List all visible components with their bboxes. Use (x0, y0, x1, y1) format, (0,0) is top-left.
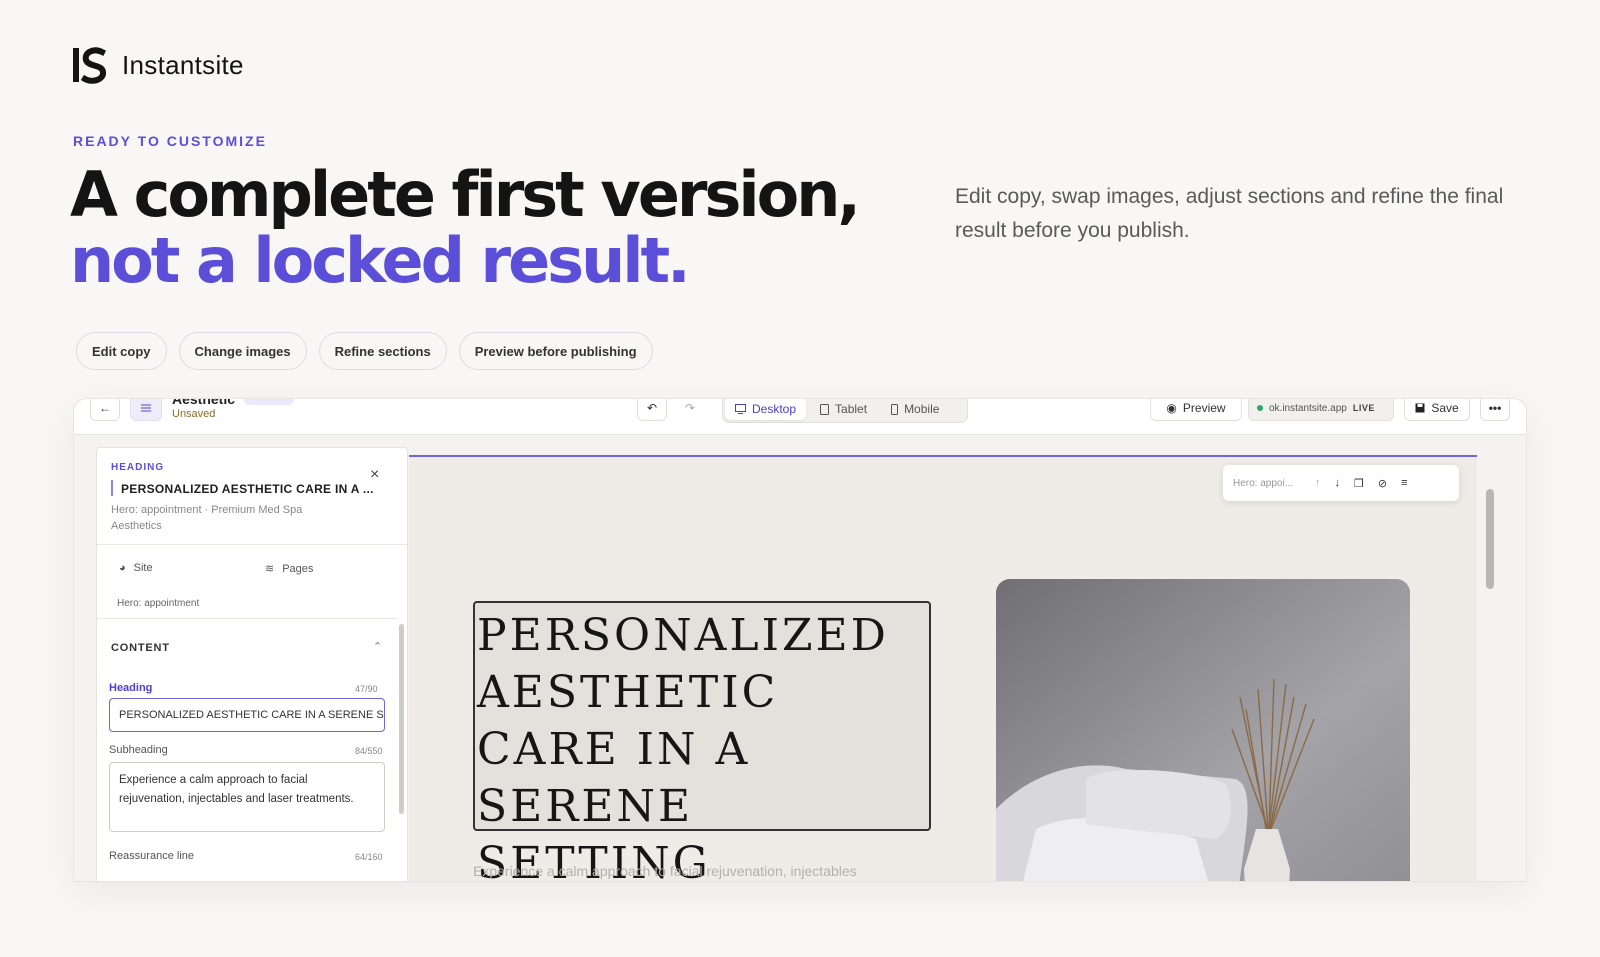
eye-icon: ◉ (1166, 401, 1177, 415)
canvas-scrollbar[interactable] (1486, 455, 1494, 881)
panel-title: PERSONALIZED AESTHETIC CARE IN A ... (121, 482, 374, 496)
hero-paragraph[interactable]: Experience a calm approach to facial rej… (473, 863, 923, 879)
subheading-textarea[interactable]: Experience a calm approach to facial rej… (109, 762, 385, 832)
site-settings-button[interactable] (130, 399, 162, 421)
edit-panel: HEADING PERSONALIZED AESTHETIC CARE IN A… (96, 447, 408, 881)
chip-change-images: Change images (178, 332, 307, 370)
sliders-icon (141, 404, 151, 412)
device-desktop-label: Desktop (752, 402, 797, 416)
eye-off-icon[interactable]: ⊘ (1378, 477, 1387, 490)
bedroom-photo (996, 579, 1410, 881)
duplicate-icon[interactable]: ❐ (1354, 477, 1364, 490)
undo-button[interactable]: ↶ (637, 399, 667, 421)
content-section-title: CONTENT (111, 642, 170, 654)
breadcrumb: Hero: appointment (117, 598, 200, 609)
hero-heading-line: AESTHETIC (477, 667, 779, 718)
panel-kicker: HEADING (111, 462, 165, 473)
hero-heading: PERSONALIZED AESTHETIC CARE IN A SERENE … (477, 607, 929, 881)
subheading-field-label: Subheading (109, 744, 168, 756)
section-eyebrow: READY TO CUSTOMIZE (73, 133, 267, 149)
chip-preview-before-publishing: Preview before publishing (458, 332, 653, 370)
device-mobile-button[interactable]: Mobile (881, 399, 949, 420)
section-toolbar-label: Hero: appoi... (1233, 477, 1294, 489)
feature-chips: Edit copy Change images Refine sections … (76, 332, 653, 370)
save-status: Unsaved (172, 408, 216, 420)
tablet-icon (820, 403, 830, 415)
headline-line-2: not a locked result. (70, 224, 691, 297)
arrow-up-icon[interactable]: ↑ (1315, 477, 1321, 489)
heading-char-count: 47/90 (355, 684, 378, 694)
editor-window: ← Aesthetic Unsaved ↶ ↷ Desktop Tablet M… (73, 398, 1527, 882)
device-desktop-button[interactable]: Desktop (725, 399, 807, 420)
site-badge (244, 399, 294, 405)
chip-refine-sections: Refine sections (318, 332, 447, 370)
canvas-scrollbar-thumb[interactable] (1486, 489, 1494, 589)
heading-field-label: Heading (109, 682, 153, 694)
domain-text: ok.instantsite.app (1269, 402, 1347, 414)
preview-label: Preview (1182, 401, 1226, 415)
more-menu-button[interactable]: ••• (1480, 399, 1510, 421)
reassurance-char-count: 64/160 (355, 852, 383, 862)
chevron-up-icon[interactable]: ⌃ (373, 640, 382, 653)
lead-paragraph: Edit copy, swap images, adjust sections … (955, 185, 1504, 242)
divider (97, 544, 407, 545)
undo-icon: ↶ (646, 401, 658, 415)
save-button[interactable]: Save (1404, 399, 1470, 421)
arrow-left-icon: ← (99, 401, 111, 415)
editor-topbar: ← Aesthetic Unsaved ↶ ↷ Desktop Tablet M… (74, 399, 1526, 435)
hero-heading-line: CARE IN A (477, 724, 751, 775)
tab-site[interactable]: ◕ Site (119, 562, 153, 574)
headline-line-1: A complete first version, (70, 158, 861, 231)
page-headline: A complete first version, not a locked r… (70, 158, 861, 297)
device-tablet-button[interactable]: Tablet (810, 399, 877, 420)
layers-icon: ≋ (265, 563, 275, 575)
close-icon[interactable]: × (370, 466, 379, 484)
brand-logo[interactable]: Instantsite (72, 46, 244, 84)
redo-icon: ↷ (684, 401, 696, 415)
tab-pages[interactable]: ≋ Pages (265, 562, 314, 576)
floppy-icon (1415, 403, 1425, 413)
panel-accent-bar (111, 480, 113, 496)
chip-edit-copy: Edit copy (76, 332, 167, 370)
brand-name: Instantsite (122, 49, 244, 80)
reassurance-field-label: Reassurance line (109, 850, 194, 862)
tab-pages-label: Pages (282, 562, 314, 575)
tab-site-label: Site (133, 562, 153, 574)
settings-sliders-icon[interactable]: ≡ (1401, 477, 1407, 489)
subheading-char-count: 84/550 (355, 746, 383, 756)
device-tablet-label: Tablet (835, 402, 868, 416)
live-status-dot (1257, 405, 1263, 411)
hero-heading-block[interactable]: PERSONALIZED AESTHETIC CARE IN A SERENE … (473, 601, 931, 881)
instantsite-logo-icon (73, 47, 107, 84)
phone-icon (891, 403, 899, 415)
site-title: Aesthetic (172, 398, 236, 407)
hero-heading-line: PERSONALIZED (477, 610, 889, 661)
page-canvas: Hero: appoi... ↑ ↓ ❐ ⊘ ≡ PERSONALIZED AE… (409, 455, 1477, 881)
divider (97, 618, 397, 619)
preview-button[interactable]: ◉ Preview (1150, 399, 1242, 421)
save-label: Save (1431, 401, 1459, 415)
back-button[interactable]: ← (90, 399, 120, 421)
live-badge: LIVE (1352, 403, 1375, 413)
device-switcher: Desktop Tablet Mobile (722, 399, 968, 423)
redo-button[interactable]: ↷ (675, 399, 705, 421)
arrow-down-icon[interactable]: ↓ (1335, 477, 1341, 489)
monitor-icon (735, 404, 746, 414)
live-domain-link[interactable]: ok.instantsite.app LIVE (1248, 399, 1394, 421)
device-mobile-label: Mobile (904, 402, 940, 416)
more-icon: ••• (1488, 401, 1502, 415)
panel-scrollbar[interactable] (399, 624, 404, 814)
palette-icon: ◕ (119, 562, 126, 574)
panel-context: Hero: appointment · Premium Med Spa Aest… (111, 504, 303, 532)
hero-image[interactable] (996, 579, 1410, 881)
heading-input[interactable]: PERSONALIZED AESTHETIC CARE IN A SERENE … (109, 698, 385, 732)
section-toolbar: Hero: appoi... ↑ ↓ ❐ ⊘ ≡ (1223, 465, 1459, 501)
